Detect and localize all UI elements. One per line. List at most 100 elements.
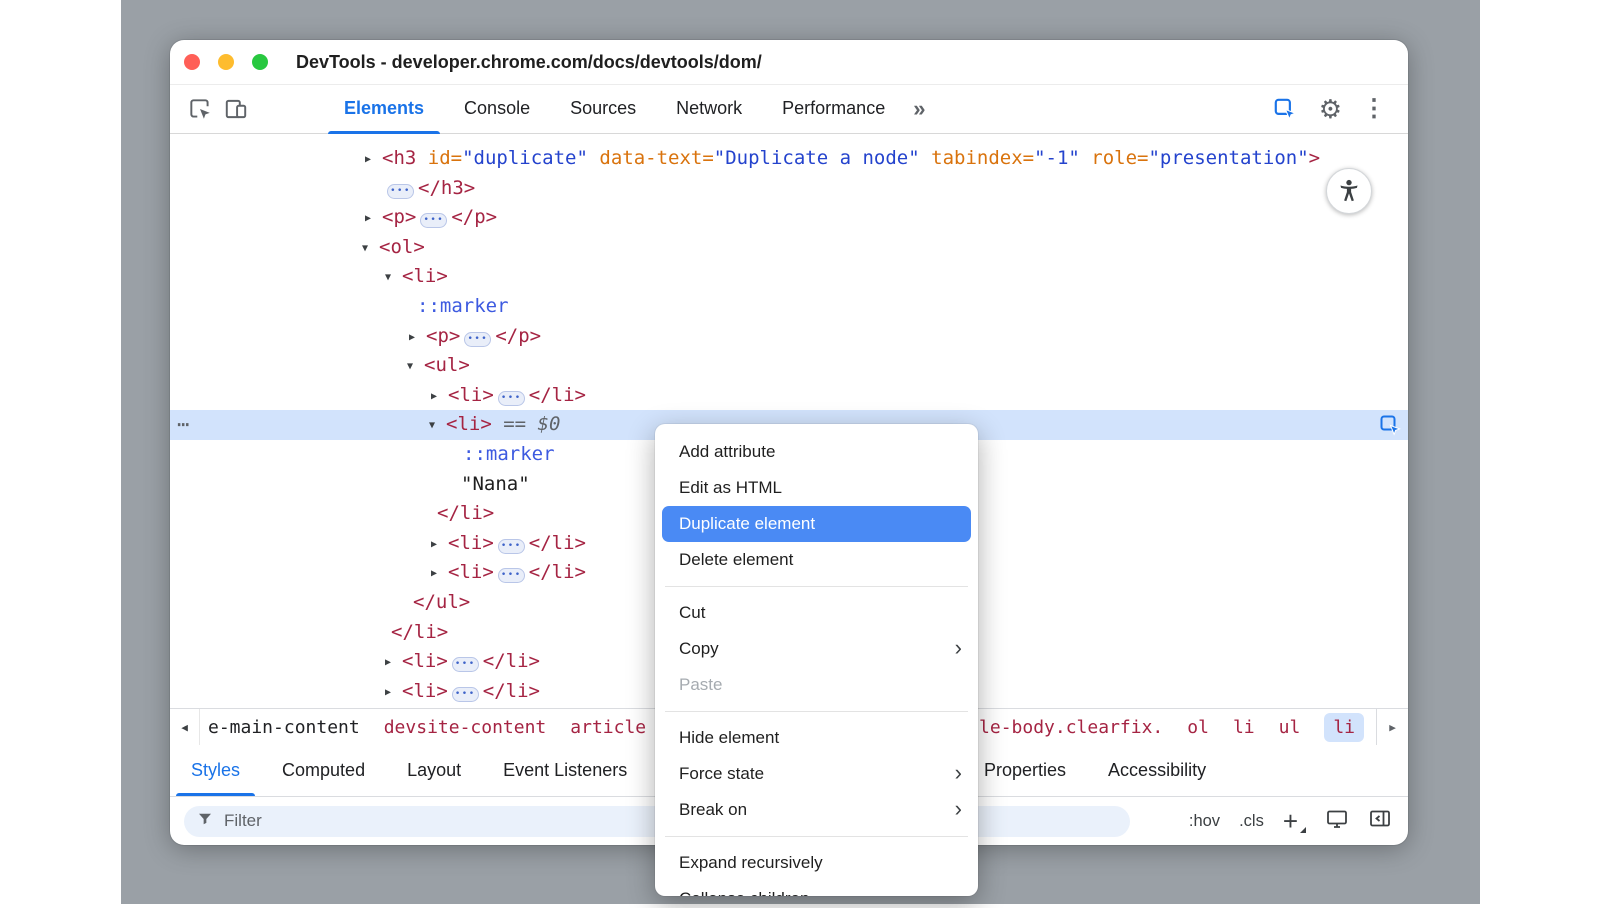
code-token: </ul> xyxy=(413,591,470,613)
context-menu-item[interactable]: Force state› xyxy=(655,756,978,792)
close-window-button[interactable] xyxy=(184,54,200,70)
tab-console[interactable]: Console xyxy=(444,85,550,134)
context-menu-item[interactable]: Collapse children xyxy=(655,881,978,896)
ellipsis-expand-icon[interactable]: ••• xyxy=(452,657,479,672)
ellipsis-expand-icon[interactable]: ••• xyxy=(498,539,525,554)
select-element-icon[interactable] xyxy=(1378,413,1402,437)
select-element-icon[interactable] xyxy=(1267,91,1303,127)
breadcrumb-forward-icon[interactable]: ▶ xyxy=(1376,709,1408,745)
ellipsis-expand-icon[interactable]: ••• xyxy=(420,213,447,228)
expand-arrow-icon[interactable]: ▶ xyxy=(409,323,426,353)
context-menu-item[interactable]: Break on› xyxy=(655,792,978,828)
settings-gear-icon[interactable]: ⚙ xyxy=(1319,96,1342,122)
expand-arrow-icon[interactable]: ▶ xyxy=(365,145,382,175)
toggle-sidebar-icon[interactable] xyxy=(1368,807,1392,836)
tab-elements[interactable]: Elements xyxy=(324,85,444,134)
sidebar-tab-layout[interactable]: Layout xyxy=(386,745,482,796)
filter-placeholder: Filter xyxy=(224,811,262,831)
expand-arrow-icon[interactable]: ▶ xyxy=(431,382,448,412)
sidebar-tab-event-listeners[interactable]: Event Listeners xyxy=(482,745,648,796)
breadcrumb-item[interactable]: ul xyxy=(1279,717,1301,738)
breadcrumb-back-icon[interactable]: ◀ xyxy=(170,709,200,745)
dom-tree-row[interactable]: ▶<p>•••</p> xyxy=(170,203,1408,233)
row-more-dots[interactable]: ⋯ xyxy=(177,410,189,440)
dom-tree-row[interactable]: ▼<ul> xyxy=(170,351,1408,381)
code-token: role= xyxy=(1080,147,1149,169)
toggle-class-button[interactable]: .cls xyxy=(1239,812,1264,831)
inspect-element-icon[interactable] xyxy=(182,91,218,127)
breadcrumb-item[interactable]: e-main-content xyxy=(208,717,360,738)
dom-tree-row[interactable]: •••</h3> xyxy=(170,174,1408,204)
code-token: <li> xyxy=(402,680,448,702)
context-menu-item[interactable]: Add attribute xyxy=(655,434,978,470)
dom-tree-row[interactable]: ::marker xyxy=(170,292,1408,322)
code-token: <li> xyxy=(448,384,494,406)
code-token: id= xyxy=(416,147,462,169)
collapse-arrow-icon[interactable]: ▼ xyxy=(429,411,446,441)
dom-tree-row[interactable]: ▶<li> ••• </li> xyxy=(170,381,1408,411)
code-token: <h3 xyxy=(382,147,416,169)
context-menu-item[interactable]: Edit as HTML xyxy=(655,470,978,506)
page: { "window": { "title": "DevTools - devel… xyxy=(0,0,1600,908)
breadcrumb-item[interactable]: li xyxy=(1233,717,1255,738)
breadcrumb-tail: rticle-body.clearfix.olliulli xyxy=(936,709,1364,745)
expand-arrow-icon[interactable]: ▶ xyxy=(365,204,382,234)
breadcrumb-item[interactable]: devsite-content xyxy=(384,717,547,738)
expand-arrow-icon[interactable]: ▶ xyxy=(385,648,402,678)
menu-divider xyxy=(665,711,968,712)
dom-tree-row[interactable]: ▼<li> xyxy=(170,262,1408,292)
breadcrumb-item[interactable]: ol xyxy=(1187,717,1209,738)
collapse-arrow-icon[interactable]: ▼ xyxy=(385,263,402,293)
breadcrumb-item-selected[interactable]: li xyxy=(1324,713,1364,742)
expand-arrow-icon[interactable]: ▶ xyxy=(431,559,448,589)
tab-sources[interactable]: Sources xyxy=(550,85,656,134)
context-menu-item[interactable]: Duplicate element xyxy=(662,506,971,542)
tab-network[interactable]: Network xyxy=(656,85,762,134)
accessibility-person-icon[interactable] xyxy=(1326,168,1372,214)
code-token: "presentation" xyxy=(1148,147,1308,169)
expand-arrow-icon[interactable]: ▶ xyxy=(385,678,402,708)
toggle-device-toolbar-icon[interactable] xyxy=(218,91,254,127)
submenu-chevron-icon: › xyxy=(955,637,962,659)
sidebar-tab-computed[interactable]: Computed xyxy=(261,745,386,796)
ellipsis-expand-icon[interactable]: ••• xyxy=(387,184,414,199)
new-style-rule-button[interactable]: + xyxy=(1283,808,1306,834)
toggle-hover-state-button[interactable]: :hov xyxy=(1189,812,1220,831)
breadcrumb: e-main-content devsite-content article xyxy=(208,717,646,738)
toolbar-right-icons: ⚙ ⋮ xyxy=(1267,91,1398,127)
context-menu-item[interactable]: Delete element xyxy=(655,542,978,578)
rendering-emulation-icon[interactable] xyxy=(1325,807,1349,836)
code-token: "-1" xyxy=(1034,147,1080,169)
breadcrumb-item[interactable]: article xyxy=(570,717,646,738)
tab-performance[interactable]: Performance xyxy=(762,85,905,134)
sidebar-tabs-left: StylesComputedLayoutEvent Listeners xyxy=(170,745,648,796)
sidebar-tab-styles[interactable]: Styles xyxy=(170,745,261,796)
code-token: </li> xyxy=(529,384,586,406)
context-menu-item[interactable]: Expand recursively xyxy=(655,845,978,881)
dom-tree-row[interactable]: ▼<ol> xyxy=(170,233,1408,263)
menu-divider xyxy=(665,836,968,837)
dom-tree-row[interactable]: ▶<h3 id="duplicate" data-text="Duplicate… xyxy=(170,144,1408,174)
code-token: </li> xyxy=(529,561,586,583)
context-menu-item[interactable]: Copy› xyxy=(655,631,978,667)
minimize-window-button[interactable] xyxy=(218,54,234,70)
expand-arrow-icon[interactable]: ▶ xyxy=(431,530,448,560)
context-menu-item[interactable]: Hide element xyxy=(655,720,978,756)
code-token: == xyxy=(492,413,538,435)
code-token: ::marker xyxy=(463,443,555,465)
more-tabs-icon[interactable]: » xyxy=(913,96,925,122)
sidebar-tab-accessibility[interactable]: Accessibility xyxy=(1087,745,1227,796)
kebab-menu-icon[interactable]: ⋮ xyxy=(1358,97,1390,121)
ellipsis-expand-icon[interactable]: ••• xyxy=(498,391,525,406)
context-menu-item[interactable]: Cut xyxy=(655,595,978,631)
ellipsis-expand-icon[interactable]: ••• xyxy=(464,332,491,347)
code-token: </li> xyxy=(483,650,540,672)
ellipsis-expand-icon[interactable]: ••• xyxy=(452,687,479,702)
ellipsis-expand-icon[interactable]: ••• xyxy=(498,568,525,583)
code-token: <ul> xyxy=(424,354,470,376)
zoom-window-button[interactable] xyxy=(252,54,268,70)
sidebar-tab-properties[interactable]: Properties xyxy=(963,745,1087,796)
collapse-arrow-icon[interactable]: ▼ xyxy=(407,352,424,382)
collapse-arrow-icon[interactable]: ▼ xyxy=(362,234,379,264)
dom-tree-row[interactable]: ▶<p>•••</p> xyxy=(170,322,1408,352)
